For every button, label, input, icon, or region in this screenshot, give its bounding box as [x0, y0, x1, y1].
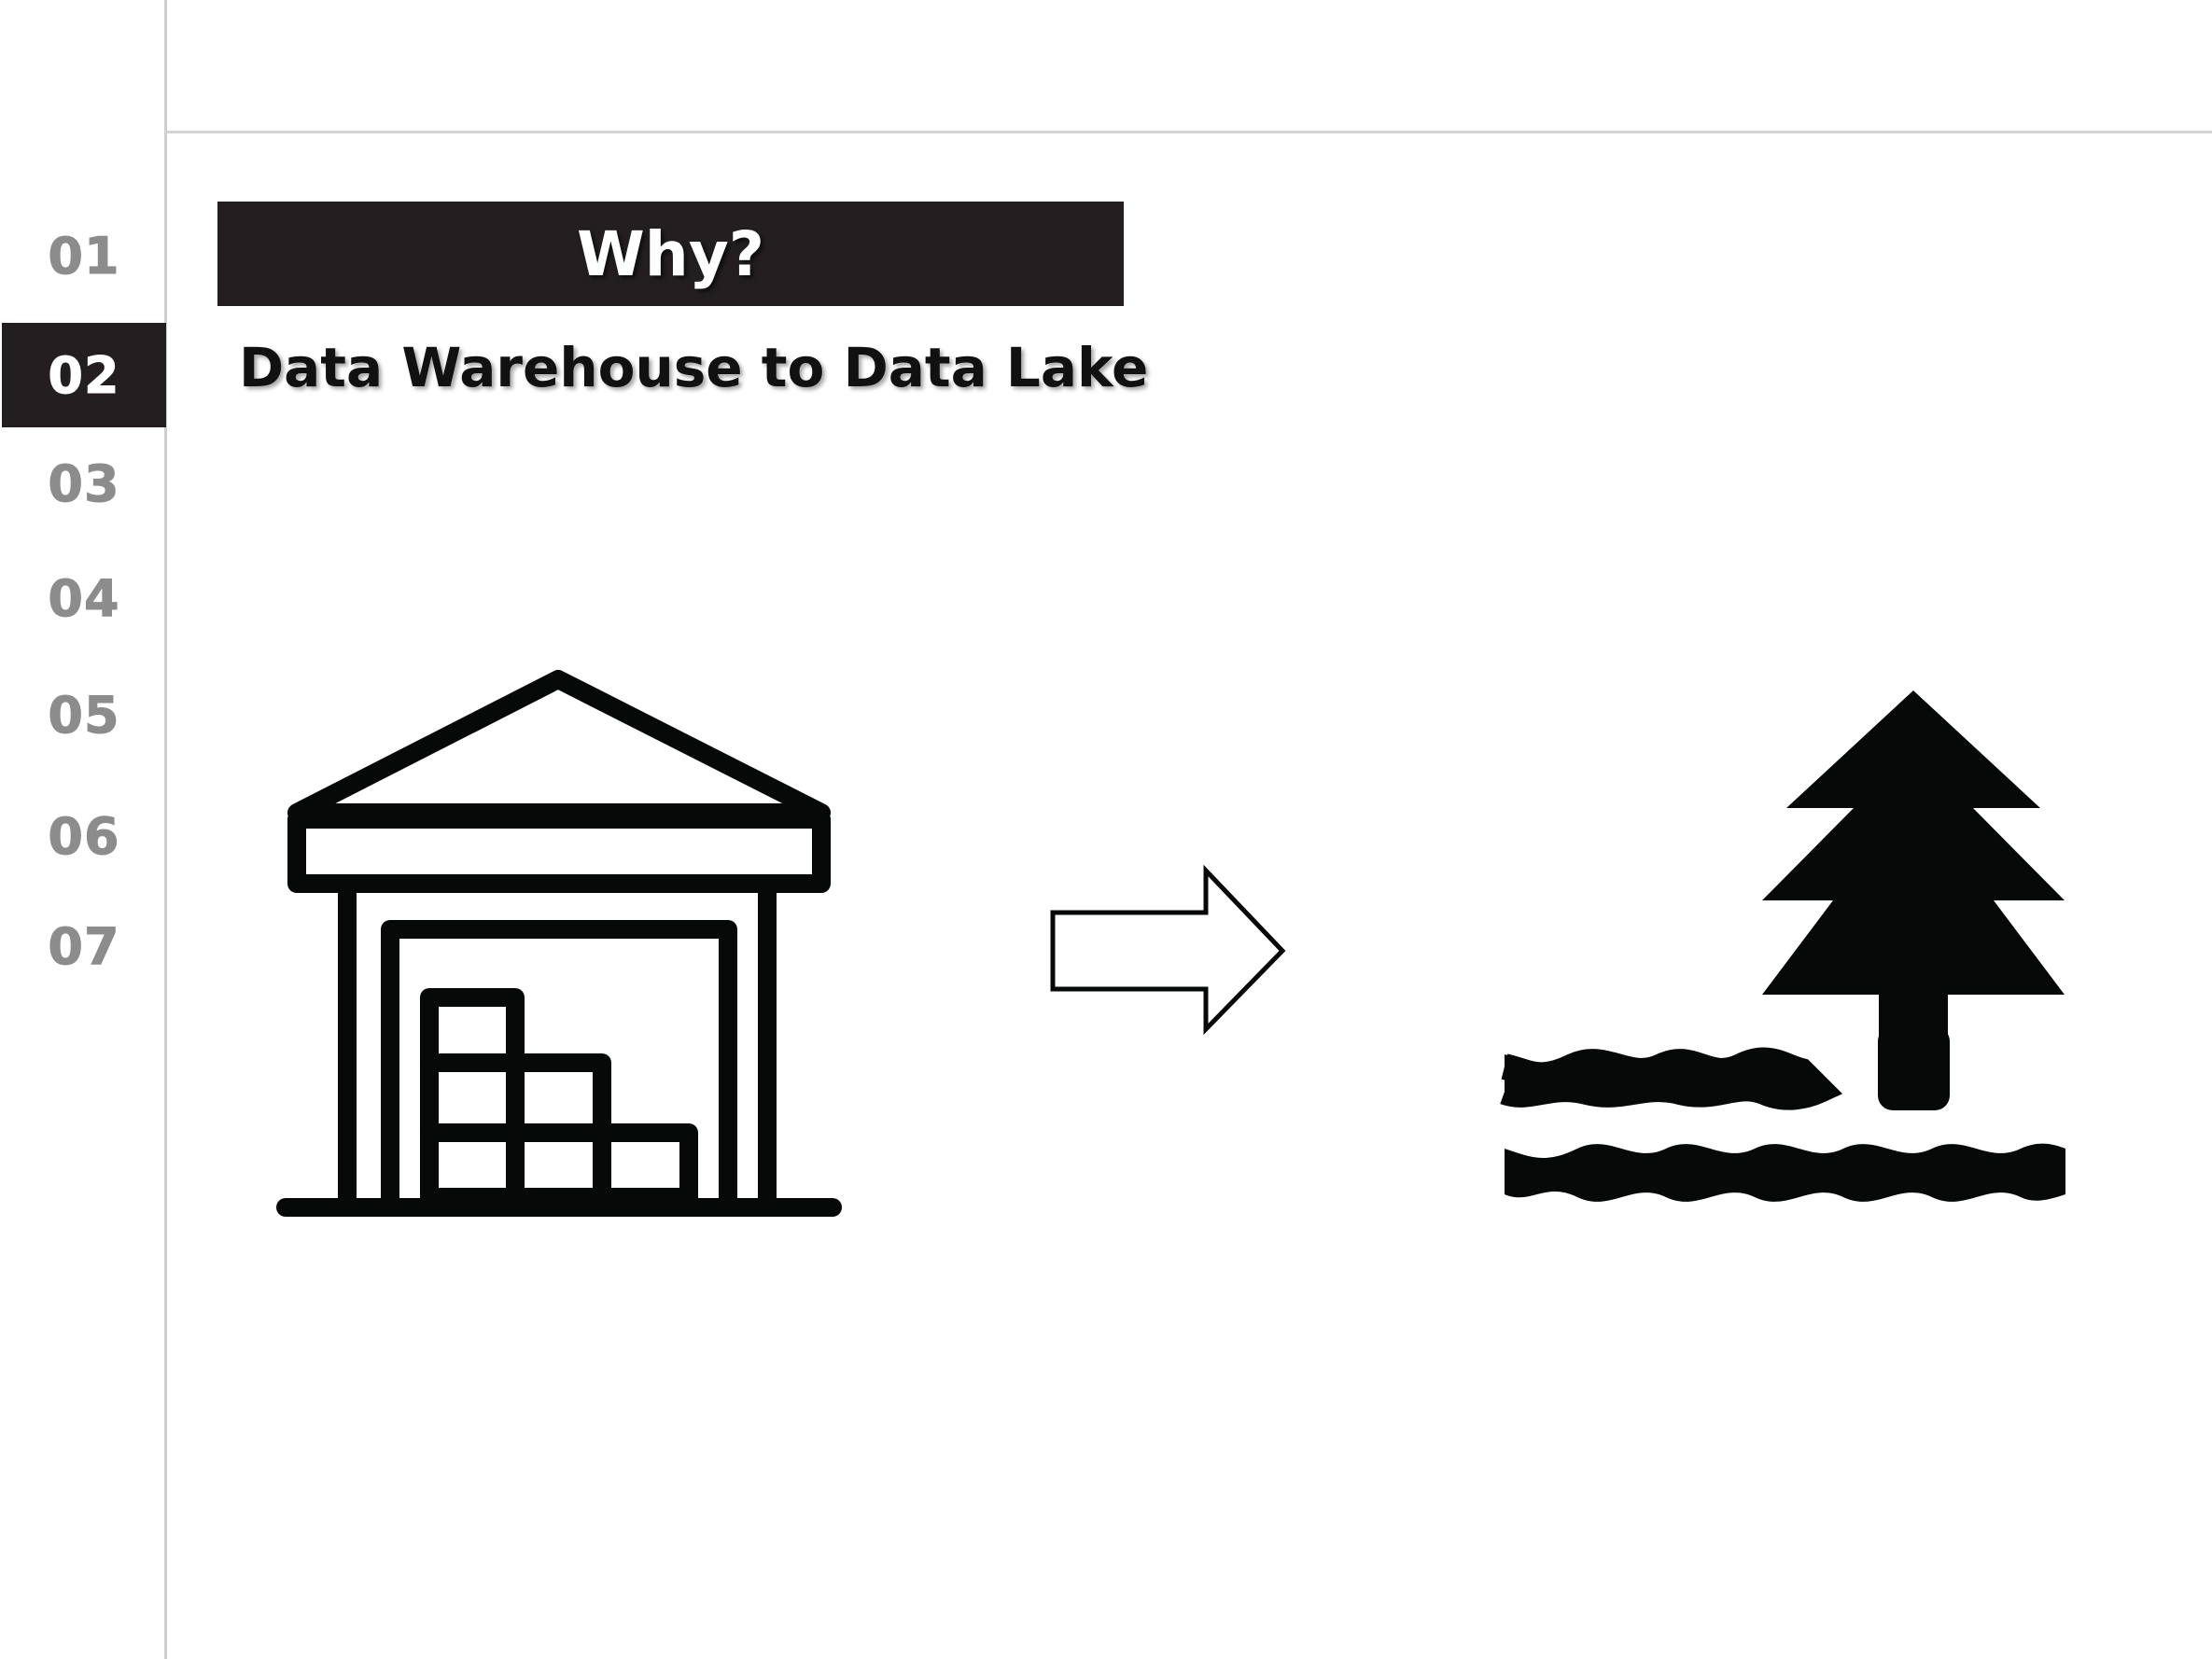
nav-item-01[interactable]: 01	[2, 203, 166, 308]
section-nav: 01 02 03 04 05 06 07	[0, 0, 166, 1659]
header-divider	[164, 131, 2212, 133]
warehouse-icon	[276, 670, 842, 1217]
title-banner: Why?	[217, 202, 1124, 306]
nav-item-02[interactable]: 02	[2, 323, 166, 427]
nav-item-05[interactable]: 05	[2, 662, 166, 767]
slide-subtitle: Data Warehouse to Data Lake	[239, 336, 1149, 399]
nav-item-06[interactable]: 06	[2, 784, 166, 888]
nav-item-04[interactable]: 04	[2, 546, 166, 650]
right-arrow-icon	[1050, 864, 1286, 1036]
nav-item-07[interactable]: 07	[2, 894, 166, 998]
slide-title: Why?	[576, 217, 765, 290]
nav-item-03[interactable]: 03	[2, 431, 166, 536]
lake-tree-icon	[1500, 690, 2065, 1202]
